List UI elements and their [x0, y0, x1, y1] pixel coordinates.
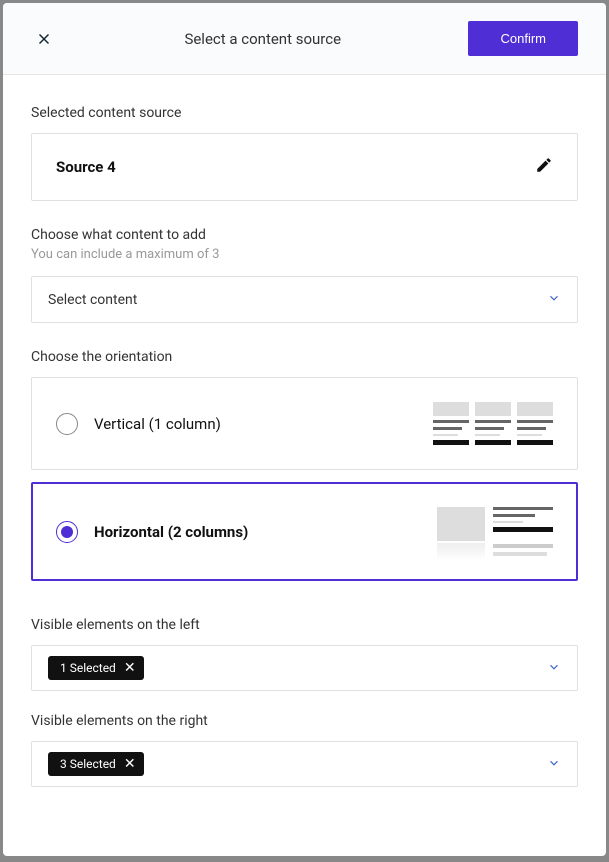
selected-source-name: Source 4: [56, 158, 116, 176]
selected-source-label: Selected content source: [31, 105, 578, 121]
chevron-down-icon: [547, 290, 561, 309]
radio-vertical[interactable]: [56, 413, 78, 435]
orientation-vertical-label: Vertical (1 column): [94, 415, 221, 433]
visible-left-label: Visible elements on the left: [31, 617, 578, 633]
edit-button[interactable]: [535, 156, 553, 178]
modal-title: Select a content source: [184, 30, 341, 48]
orientation-horizontal-label: Horizontal (2 columns): [94, 523, 248, 541]
chevron-down-icon: [547, 755, 561, 774]
orientation-horizontal-option[interactable]: Horizontal (2 columns): [31, 482, 578, 581]
preview-vertical: [433, 402, 553, 445]
selected-source-card: Source 4: [31, 133, 578, 201]
close-button[interactable]: [31, 26, 57, 52]
visible-left-dropdown[interactable]: 1 Selected ✕: [31, 645, 578, 691]
radio-dot: [61, 526, 73, 538]
confirm-button[interactable]: Confirm: [468, 21, 578, 56]
content-select-placeholder: Select content: [48, 292, 137, 308]
radio-horizontal[interactable]: [56, 521, 78, 543]
visible-right-count: 3 Selected: [60, 757, 116, 771]
chevron-down-icon: [547, 659, 561, 678]
modal: Select a content source Confirm Selected…: [3, 3, 606, 856]
visible-right-dropdown[interactable]: 3 Selected ✕: [31, 741, 578, 787]
orientation-label: Choose the orientation: [31, 349, 578, 365]
pencil-icon: [535, 156, 553, 174]
orientation-vertical-option[interactable]: Vertical (1 column): [31, 377, 578, 470]
visible-left-pill[interactable]: 1 Selected ✕: [48, 656, 144, 680]
preview-horizontal: [437, 507, 553, 556]
pill-remove-icon[interactable]: ✕: [124, 757, 136, 771]
content-select-dropdown[interactable]: Select content: [31, 276, 578, 323]
content-add-label: Choose what content to add: [31, 227, 578, 243]
modal-header: Select a content source Confirm: [3, 3, 606, 75]
content-add-hint: You can include a maximum of 3: [31, 247, 578, 262]
pill-remove-icon[interactable]: ✕: [124, 661, 136, 675]
modal-content: Selected content source Source 4 Choose …: [3, 75, 606, 856]
visible-left-count: 1 Selected: [60, 661, 116, 675]
visible-right-label: Visible elements on the right: [31, 713, 578, 729]
close-icon: [35, 30, 53, 48]
visible-right-pill[interactable]: 3 Selected ✕: [48, 752, 144, 776]
